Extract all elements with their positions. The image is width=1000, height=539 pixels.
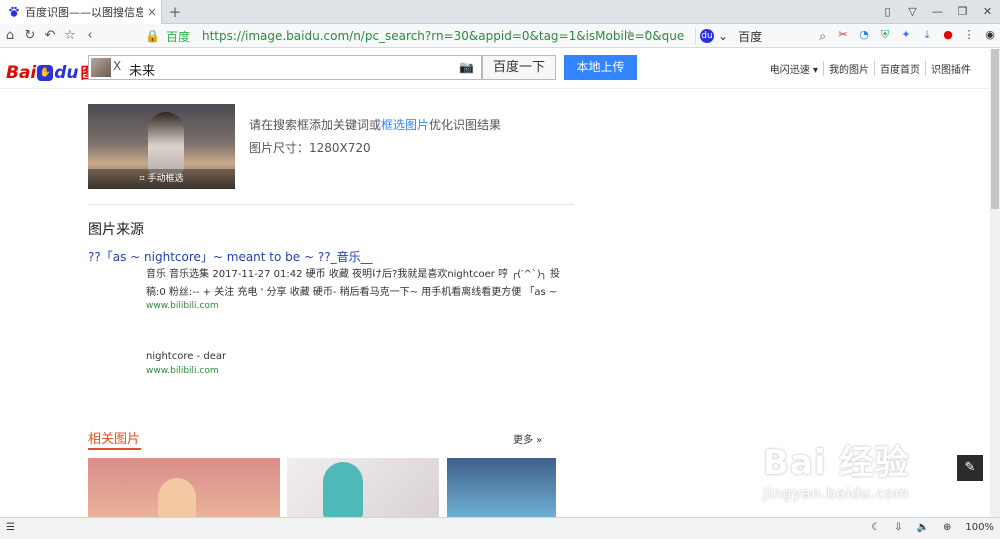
header-link-1[interactable]: 电闪迅速 ▾ [765, 61, 823, 76]
zoom-icon[interactable]: ⊕ [943, 522, 951, 533]
page-header: Bai ✋ du 图片 X 未来 📷 百度一下 本地上传 电闪迅速 ▾ 我的图片… [0, 49, 1000, 89]
crop-label: 手动框选 [147, 174, 184, 184]
back-icon[interactable]: ‹ [80, 24, 100, 48]
favorite-icon[interactable]: ☆ [60, 24, 80, 48]
new-tab-button[interactable]: + [166, 2, 184, 22]
camera-icon[interactable]: 📷 [459, 60, 474, 74]
header-link-home[interactable]: 百度首页 [874, 61, 925, 76]
dropdown-icon[interactable]: ⌄ [659, 27, 668, 40]
baidu-paw-icon [9, 6, 19, 17]
query-image-thumbnail[interactable] [91, 58, 111, 77]
browser-tab[interactable]: 百度识图——以图搜信息，发 × [0, 0, 162, 24]
scrollbar[interactable] [990, 49, 1000, 517]
tab-bar: 百度识图——以图搜信息，发 × + ▯ ▽ — ❐ ✕ [0, 0, 1000, 24]
character-face [158, 478, 196, 518]
section-title-related: 相关图片 [88, 432, 141, 447]
close-window-icon[interactable]: ✕ [975, 0, 1000, 24]
search-query-text: 未来 [129, 64, 156, 79]
feedback-edit-icon[interactable]: ✎ [957, 455, 983, 481]
status-icons: ☾ ⇩ 🔈 ⊕ 100% [871, 522, 994, 533]
refine-tip: 请在搜索框添加关键词或框选图片优化识图结果 [249, 116, 501, 133]
pin-icon[interactable]: ✦ [898, 26, 914, 44]
restore-icon[interactable]: ❐ [950, 0, 975, 24]
menu-list-icon[interactable]: ☰ [6, 522, 15, 533]
night-mode-icon[interactable]: ☾ [871, 522, 880, 533]
menu-dots-icon[interactable]: ⋮ [961, 26, 977, 44]
avatar[interactable]: ◉ [982, 26, 998, 44]
result-description: 音乐 音乐选集 2017-11-27 01:42 硬币 收藏 夜明け后?我就是喜… [146, 269, 560, 298]
search-button[interactable]: 百度一下 [482, 55, 556, 80]
section-underline [88, 448, 141, 450]
header-link-my-images[interactable]: 我的图片 [823, 61, 874, 76]
download-status-icon[interactable]: ⇩ [894, 522, 902, 533]
download-icon[interactable]: ⤓ [919, 26, 935, 44]
scrollbar-thumb[interactable] [991, 49, 999, 209]
extension-toolbar: ✂ ◔ ⛨ ✦ ⤓ ● ⋮ ◉ [835, 26, 998, 44]
search-icon[interactable]: ⌕ [819, 29, 826, 44]
shield-icon[interactable]: ⛨ [877, 26, 893, 44]
watermark-url: jingyan.baidu.com [763, 486, 910, 502]
lock-icon: 🔒 [145, 29, 160, 43]
related-image[interactable] [287, 458, 439, 518]
related-image[interactable] [447, 458, 556, 518]
refresh-icon[interactable]: ↻ [20, 24, 40, 48]
adblock-icon[interactable]: ● [940, 26, 956, 44]
search-input[interactable]: X 未来 📷 [88, 55, 482, 80]
related-image[interactable] [88, 458, 280, 518]
scissors-icon[interactable]: ✂ [835, 26, 851, 44]
header-links: 电闪迅速 ▾ 我的图片 百度首页 识图插件 [765, 61, 976, 76]
manual-crop-button[interactable]: ⌗ 手动框选 [88, 169, 235, 189]
minimize-icon[interactable]: — [925, 0, 950, 24]
crop-image-link[interactable]: 框选图片 [381, 118, 429, 132]
divider [88, 204, 574, 205]
remove-image-icon[interactable]: X [113, 59, 121, 73]
address-bar: ⌂ ↻ ↶ ☆ ‹ 🔒 百度 https://image.baidu.com/n… [0, 24, 1000, 48]
result-description: nightcore - dear [146, 351, 227, 362]
skin-icon[interactable]: ▽ [900, 0, 925, 24]
sidebar-toggle-icon[interactable]: ▯ [875, 0, 900, 24]
bookmark-star-icon[interactable]: ★ [625, 27, 635, 40]
search-engine-box[interactable]: du ⌄ 百度 ⌕ [695, 27, 830, 45]
close-tab-icon[interactable]: × [143, 5, 161, 19]
anime-girl-image [148, 112, 184, 174]
chevron-down-icon: ⌄ [718, 29, 729, 43]
baidu-paw-icon: du [700, 29, 714, 43]
site-name: 百度 [165, 29, 190, 44]
result-title-link[interactable]: ??「as ~ nightcore」~ meant to be ~ ??_音乐_… [88, 248, 373, 265]
result-url[interactable]: www.bilibili.com [146, 366, 219, 376]
zoom-level[interactable]: 100% [965, 522, 994, 533]
url-text: https://image.baidu.com/n/pc_search?rn=3… [201, 29, 685, 43]
header-link-plugin[interactable]: 识图插件 [925, 61, 976, 76]
logo-du: du [54, 62, 79, 83]
image-size: 图片尺寸：1280X720 [249, 141, 371, 155]
home-icon[interactable]: ⌂ [0, 24, 20, 48]
character-hair [323, 462, 363, 518]
query-image-preview[interactable]: ⌗ 手动框选 [88, 104, 235, 189]
logo-bai: Bai [6, 62, 37, 83]
url-actions: ★ ⚡ ⌄ [625, 27, 668, 40]
result-url[interactable]: www.bilibili.com [146, 301, 219, 311]
tip-text-before: 请在搜索框添加关键词或 [249, 118, 382, 132]
window-controls: ▯ ▽ — ❐ ✕ [875, 0, 1000, 24]
status-bar: ☰ ☾ ⇩ 🔈 ⊕ 100% [0, 517, 1000, 539]
flash-icon[interactable]: ⚡ [643, 27, 651, 40]
search-engine-label: 百度 [738, 29, 763, 44]
upload-button[interactable]: 本地上传 [564, 55, 637, 80]
paw-logo-icon: ✋ [37, 64, 54, 81]
url-field[interactable]: 🔒 百度 https://image.baidu.com/n/pc_search… [145, 27, 685, 45]
tab-title: 百度识图——以图搜信息，发 [25, 6, 143, 19]
undo-close-icon[interactable]: ↶ [40, 24, 60, 48]
volume-icon[interactable]: 🔈 [917, 522, 929, 533]
more-link[interactable]: 更多 » [513, 431, 542, 446]
tip-text-after: 优化识图结果 [429, 118, 502, 132]
section-title-sources: 图片来源 [88, 222, 144, 238]
sync-icon[interactable]: ◔ [856, 26, 872, 44]
